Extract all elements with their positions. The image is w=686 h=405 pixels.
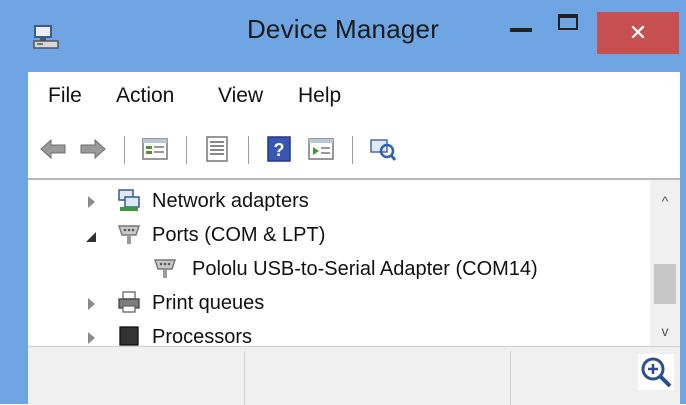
toolbar-separator (124, 136, 125, 164)
tree-item-network-adapters[interactable]: Network adapters (28, 184, 648, 218)
tree-item-ports[interactable]: Ports (COM & LPT) (28, 218, 648, 252)
tree-item-label: Network adapters (152, 190, 309, 212)
port-icon (117, 225, 141, 244)
expand-arrow-icon[interactable] (88, 332, 95, 344)
title-bar[interactable]: Device Manager ✕ (0, 0, 686, 72)
scroll-thumb[interactable] (654, 264, 676, 304)
status-divider (244, 351, 245, 405)
printer-icon (118, 291, 140, 313)
status-bar (28, 346, 680, 405)
tree-item-pololu-adapter[interactable]: Pololu USB-to-Serial Adapter (COM14) (28, 252, 648, 286)
close-icon: ✕ (628, 20, 648, 45)
menu-action[interactable]: Action (116, 84, 174, 108)
help-icon[interactable]: ? (264, 134, 294, 164)
back-arrow-icon[interactable] (38, 134, 68, 164)
update-driver-icon[interactable] (306, 134, 336, 164)
scroll-down-icon[interactable]: v (650, 316, 680, 346)
close-button[interactable]: ✕ (597, 12, 679, 54)
window-title: Device Manager (246, 14, 440, 44)
svg-text:?: ? (274, 140, 285, 160)
maximize-button[interactable] (558, 14, 578, 30)
device-manager-window: Device Manager ✕ File Action View Help ?… (0, 0, 686, 405)
toolbar-separator (248, 136, 249, 164)
expand-arrow-icon[interactable] (88, 298, 95, 310)
collapse-arrow-icon[interactable] (86, 232, 96, 242)
menu-file[interactable]: File (48, 84, 82, 108)
menu-bar: File Action View Help (28, 72, 680, 122)
forward-arrow-icon[interactable] (78, 134, 108, 164)
properties-icon[interactable] (140, 134, 170, 164)
toolbar-separator (352, 136, 353, 164)
client-area: File Action View Help ? Network adapters… (28, 72, 680, 405)
expand-arrow-icon[interactable] (88, 196, 95, 208)
status-divider (510, 351, 511, 405)
toolbar-separator (186, 136, 187, 164)
device-list-icon[interactable] (202, 134, 232, 164)
device-tree[interactable]: Network adapters Ports (COM & LPT) Polol… (28, 178, 680, 350)
scan-hardware-icon[interactable] (368, 134, 398, 164)
tree-item-label: Print queues (152, 292, 265, 314)
menu-help[interactable]: Help (298, 84, 341, 108)
minimize-button[interactable] (510, 28, 532, 32)
tree-item-label: Pololu USB-to-Serial Adapter (COM14) (192, 258, 538, 280)
vertical-scrollbar[interactable]: ^ v (650, 180, 680, 350)
port-device-icon (153, 259, 177, 278)
zoom-in-icon[interactable] (636, 352, 676, 392)
tree-item-print-queues[interactable]: Print queues (28, 286, 648, 320)
network-adapter-icon (118, 189, 140, 211)
menu-view[interactable]: View (218, 84, 263, 108)
scroll-up-icon[interactable]: ^ (650, 186, 680, 216)
tree-item-label: Ports (COM & LPT) (152, 224, 326, 246)
toolbar: ? (28, 122, 680, 180)
